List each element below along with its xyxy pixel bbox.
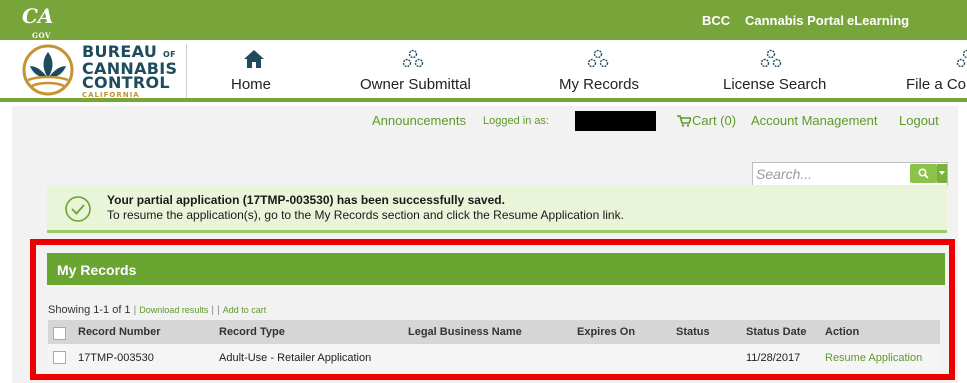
home-icon[interactable]: [242, 48, 266, 70]
gears-icon[interactable]: [759, 48, 783, 70]
gears-icon[interactable]: [955, 48, 967, 70]
top-link-bcc[interactable]: BCC: [702, 13, 730, 28]
cart-link[interactable]: Cart (0): [692, 113, 736, 128]
redacted-username: [575, 111, 656, 131]
nav-owner-submittal[interactable]: Owner Submittal: [360, 76, 471, 93]
ca-gov-logo[interactable]: CA GOV: [22, 4, 54, 40]
search-input[interactable]: [756, 164, 906, 184]
top-link-cannabis-portal[interactable]: Cannabis Portal: [745, 13, 844, 28]
search-dropdown-button[interactable]: [937, 164, 947, 183]
nav-my-records[interactable]: My Records: [559, 76, 639, 93]
top-link-elearning[interactable]: eLearning: [847, 13, 909, 28]
logo-line-1-suffix: OF: [163, 50, 176, 59]
logged-in-label: Logged in as:: [483, 115, 550, 127]
logout-link[interactable]: Logout: [899, 113, 939, 128]
check-circle-icon: [65, 196, 91, 222]
cart-icon[interactable]: [677, 115, 691, 127]
nav-license-search[interactable]: License Search: [723, 76, 826, 93]
search-button[interactable]: [910, 164, 937, 183]
notice-title: Your partial application (17TMP-003530) …: [107, 193, 505, 207]
logo-divider: [186, 44, 187, 98]
highlight-box: [30, 239, 955, 380]
ca-logo-text: CA: [22, 4, 54, 28]
notice-body: To resume the application(s), go to the …: [107, 208, 624, 222]
gears-icon[interactable]: [586, 48, 610, 70]
bcc-seal-icon[interactable]: [20, 44, 76, 96]
announcements-link[interactable]: Announcements: [372, 113, 466, 128]
account-management-link[interactable]: Account Management: [751, 113, 877, 128]
nav-file-a-complaint[interactable]: File a Co: [906, 76, 966, 93]
search-icon: [918, 168, 929, 179]
logo-line-3: CONTROL: [82, 73, 170, 92]
gears-icon[interactable]: [401, 48, 425, 70]
caret-down-icon: [939, 171, 945, 175]
bcc-logo-text: BUREAU OF CANNABIS CONTROL CALIFORNIA: [82, 44, 182, 100]
nav-home[interactable]: Home: [231, 76, 271, 93]
